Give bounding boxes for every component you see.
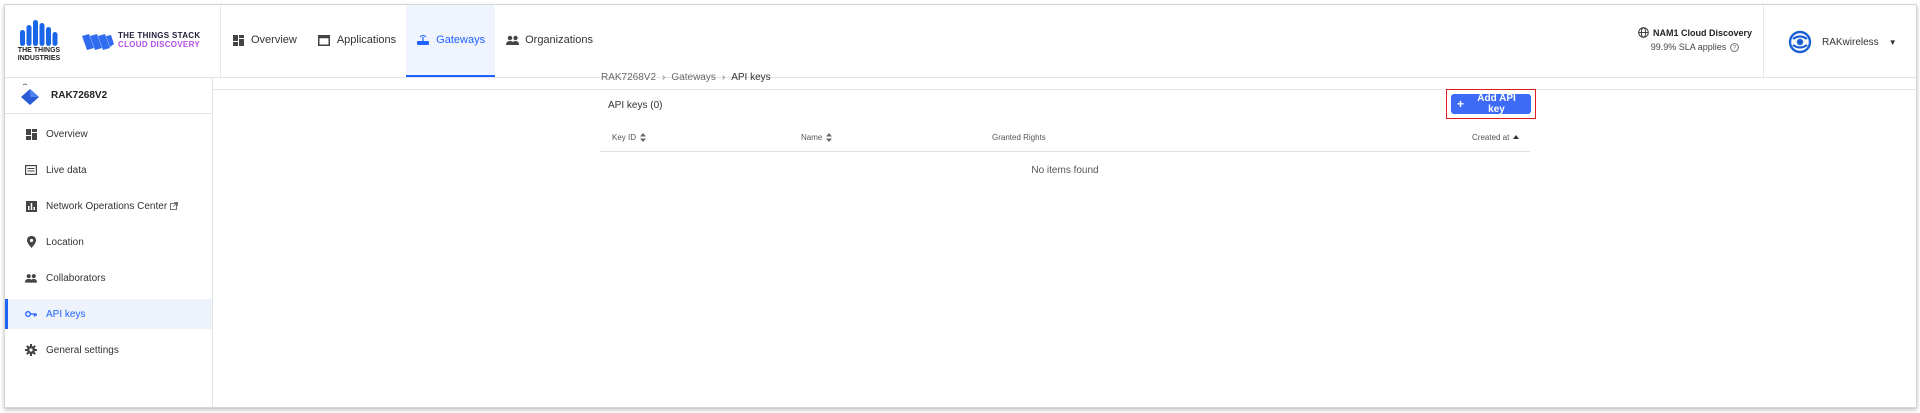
cluster-sla: 99.9% SLA applies <box>1650 42 1727 52</box>
nav-organizations-label: Organizations <box>525 34 593 46</box>
nav-gateways[interactable]: Gateways <box>406 5 496 77</box>
sidebar-item-general-settings[interactable]: General settings <box>5 335 212 365</box>
content-divider <box>213 89 1916 90</box>
sort-icon <box>640 133 647 142</box>
gateway-icon <box>20 83 40 107</box>
sidebar-item-label: Network Operations Center <box>46 200 168 212</box>
column-key-id[interactable]: Key ID <box>612 133 647 142</box>
breadcrumb-gateways[interactable]: Gateways <box>671 72 715 83</box>
sidebar-item-label: Live data <box>46 164 87 176</box>
nav-overview-label: Overview <box>251 34 297 46</box>
breadcrumb: RAK7268V2 › Gateways › API keys <box>601 69 771 85</box>
column-header-label: Key ID <box>612 133 637 142</box>
globe-icon <box>1638 27 1649 38</box>
sidebar-item-location[interactable]: Location <box>5 227 212 257</box>
gear-icon <box>25 344 37 356</box>
tti-logo-text: THE THINGS INDUSTRIES <box>17 47 61 62</box>
grid-icon <box>231 33 245 47</box>
tti-logo-icon <box>20 20 58 46</box>
user-name: RAKwireless <box>1822 36 1879 48</box>
column-header-label: Granted Rights <box>992 133 1046 142</box>
user-divider <box>1763 5 1764 77</box>
list-icon <box>25 164 37 176</box>
column-created-at[interactable]: Created at <box>1472 133 1520 142</box>
nav-gateways-label: Gateways <box>436 34 486 46</box>
nav-organizations[interactable]: Organizations <box>495 5 603 77</box>
add-api-key-button[interactable]: + Add API key <box>1451 93 1531 115</box>
nav-applications[interactable]: Applications <box>307 5 406 77</box>
pin-icon <box>25 236 37 248</box>
cluster-name: NAM1 Cloud Discovery <box>1652 27 1753 38</box>
plus-icon: + <box>1457 97 1465 111</box>
column-header-label: Name <box>801 133 823 142</box>
chevron-right-icon: › <box>721 71 726 83</box>
add-api-key-label: Add API key <box>1477 93 1516 115</box>
sidebar-item-collaborators[interactable]: Collaborators <box>5 263 212 293</box>
cluster-info[interactable]: NAM1 Cloud Discovery 99.9% SLA applies ? <box>1635 27 1755 57</box>
user-menu[interactable]: RAKwireless ▼ <box>1788 29 1897 55</box>
router-icon <box>416 33 430 47</box>
grid-icon <box>25 128 37 140</box>
window-icon <box>317 33 331 47</box>
table-header: Key ID Name Granted Rights Created at <box>600 125 1530 152</box>
sidebar-item-network-operations-center[interactable]: Network Operations Center <box>5 191 212 221</box>
breadcrumb-current: API keys <box>731 71 771 83</box>
caret-down-icon: ▼ <box>1888 37 1897 47</box>
breadcrumb-gateway[interactable]: RAK7268V2 <box>601 72 656 83</box>
sidebar-menu: Overview Live data Network Operations Ce… <box>5 113 212 365</box>
tts-logo-icon <box>82 34 114 50</box>
external-link-icon <box>170 202 179 210</box>
page-title: API keys (0) <box>608 100 663 111</box>
gateway-name: RAK7268V2 <box>51 90 108 101</box>
top-header: THE THINGS INDUSTRIES THE THINGS STACK C… <box>5 5 1916 78</box>
people-icon <box>505 33 519 47</box>
sidebar-item-api-keys[interactable]: API keys <box>5 299 212 329</box>
column-granted-rights: Granted Rights <box>992 133 1046 142</box>
sidebar-header: RAK7268V2 <box>5 78 212 114</box>
chart-icon <box>25 200 37 212</box>
column-header-label: Created at <box>1472 133 1510 142</box>
tts-logo-line1: THE THINGS STACK <box>118 31 201 40</box>
sidebar-item-label: General settings <box>46 344 119 356</box>
people-icon <box>25 272 37 284</box>
main-nav: Overview Applications Gateways Organizat… <box>221 5 603 77</box>
sidebar-item-live-data[interactable]: Live data <box>5 155 212 185</box>
sidebar-item-label: Location <box>46 236 84 248</box>
highlight-box: + Add API key <box>1446 89 1536 119</box>
tts-logo-line2: CLOUD DISCOVERY <box>118 40 200 49</box>
sort-icon <box>826 133 833 142</box>
column-name[interactable]: Name <box>801 133 833 142</box>
tts-logo[interactable]: THE THINGS STACK CLOUD DISCOVERY <box>80 29 220 55</box>
chevron-right-icon: › <box>662 71 666 83</box>
sort-asc-icon <box>1513 135 1520 140</box>
sidebar-item-label: Collaborators <box>46 272 106 284</box>
nav-applications-label: Applications <box>336 34 397 46</box>
rakwireless-avatar-icon <box>1788 30 1812 54</box>
tti-logo[interactable]: THE THINGS INDUSTRIES <box>13 20 65 64</box>
sidebar-item-label: API keys <box>46 308 86 320</box>
empty-state-text: No items found <box>1031 165 1099 176</box>
help-icon[interactable]: ? <box>1730 42 1740 52</box>
app-window: THE THINGS INDUSTRIES THE THINGS STACK C… <box>4 4 1917 408</box>
key-icon <box>25 308 37 320</box>
sidebar: RAK7268V2 Overview Live data Network Ope… <box>5 78 213 407</box>
sidebar-item-overview[interactable]: Overview <box>5 119 212 149</box>
nav-overview[interactable]: Overview <box>221 5 307 77</box>
sidebar-item-label: Overview <box>46 128 88 140</box>
